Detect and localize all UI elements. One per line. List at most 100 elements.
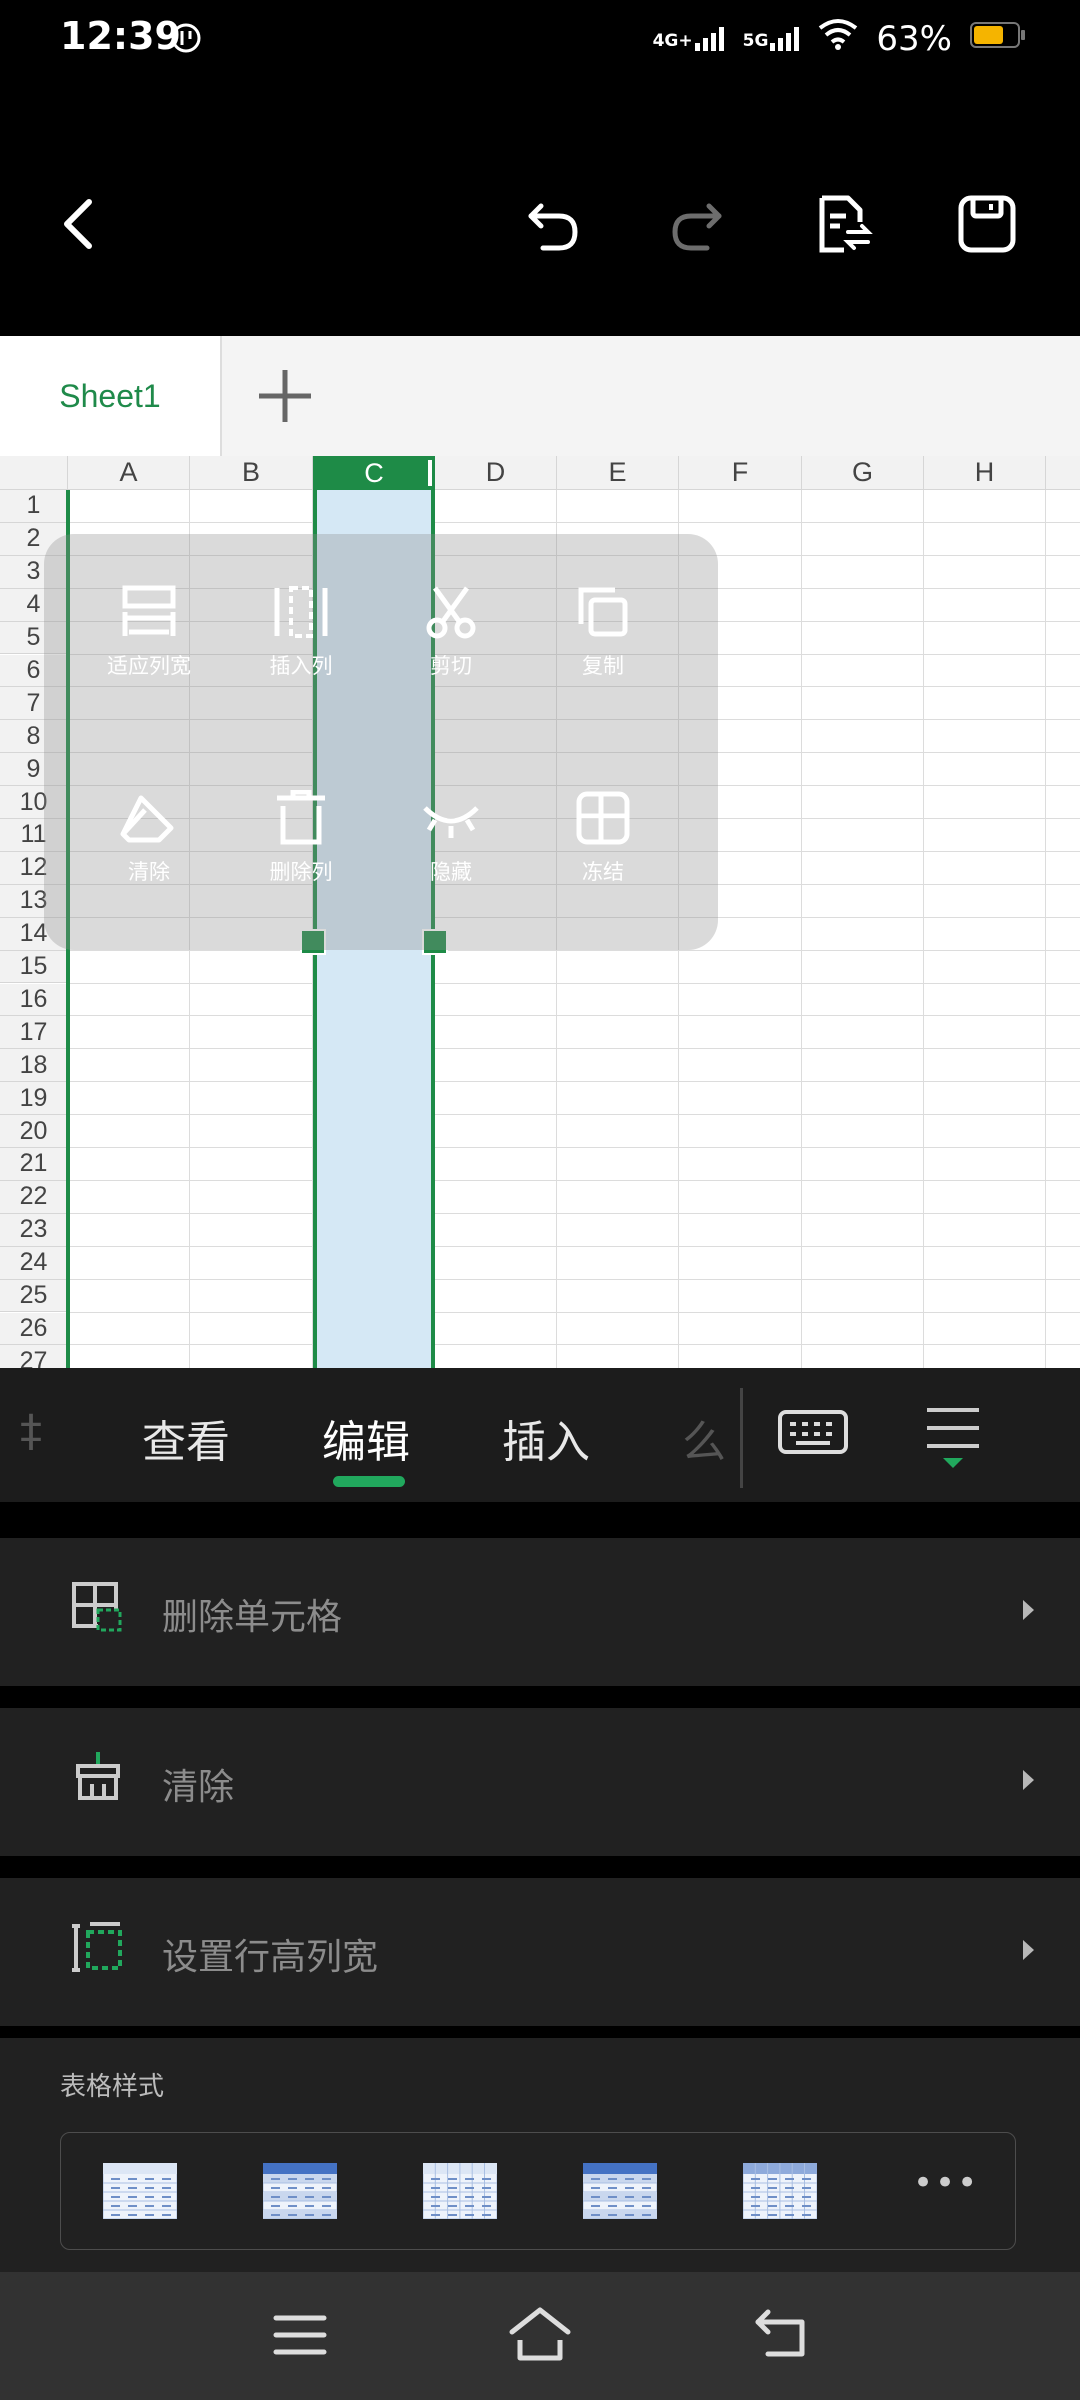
chevron-right-icon [1023, 1940, 1034, 1960]
column-header-g[interactable]: G [802, 456, 924, 490]
table-style-thumb-2[interactable] [262, 2162, 338, 2220]
status-indicators: 4G+ 5G 63% [653, 18, 1026, 59]
grid-row-line [68, 1114, 1080, 1116]
popup-item-6[interactable]: 隐藏 [376, 790, 526, 886]
row-header-18[interactable]: 18 [0, 1049, 68, 1083]
row-col-size-icon [70, 1920, 126, 1980]
grid-row-line [68, 982, 1080, 984]
tab-insert[interactable]: 插入 [502, 1406, 590, 1470]
freeze-panes-icon [528, 790, 678, 846]
column-header-h[interactable]: H [924, 456, 1046, 490]
row-col-size-row[interactable]: 设置行高列宽 [0, 1878, 1080, 2026]
delete-cells-icon [70, 1580, 126, 1640]
collapse-menu-icon[interactable] [925, 1406, 981, 1476]
save-icon[interactable] [947, 184, 1027, 264]
clear-row[interactable]: 清除 [0, 1708, 1080, 1856]
status-time: 12:39 [60, 14, 181, 58]
active-tab-indicator [333, 1476, 405, 1487]
battery-percent: 63% [876, 18, 952, 59]
row-header-25[interactable]: 25 [0, 1279, 68, 1313]
row-header-20[interactable]: 20 [0, 1115, 68, 1148]
grid-row-line [68, 1081, 1080, 1083]
clear-icon [70, 1750, 126, 1810]
column-header-overflow[interactable] [1046, 456, 1080, 490]
popup-item-0[interactable]: 适应列宽 [74, 584, 224, 680]
row-header-19[interactable]: 19 [0, 1082, 68, 1116]
delete-cells-row[interactable]: 删除单元格 [0, 1538, 1080, 1686]
column-header-a[interactable]: A [68, 456, 190, 490]
ribbon-divider [740, 1388, 743, 1488]
cellular-signal-4g-icon: 4G+ [652, 26, 725, 51]
grid-row-line [68, 521, 1080, 523]
popup-item-label: 适应列宽 [107, 654, 191, 678]
table-style-thumb-1[interactable] [102, 2162, 178, 2220]
column-header-e[interactable]: E [557, 456, 679, 490]
column-resize-handle[interactable] [428, 460, 432, 486]
table-style-thumb-5[interactable] [742, 2162, 818, 2220]
popup-item-label: 复制 [582, 654, 624, 678]
back-nav-icon[interactable] [752, 2306, 808, 2366]
popup-item-5[interactable]: 删除列 [226, 790, 376, 886]
wifi-icon [818, 18, 858, 59]
popup-item-1[interactable]: 插入列 [226, 584, 376, 680]
column-context-menu: 适应列宽 插入列 剪切 复制清除 删除列 隐藏 冻结 [44, 534, 718, 950]
popup-item-4[interactable]: 清除 [74, 790, 224, 886]
grid-row-line [68, 1344, 1080, 1346]
network-type-1: 4G+ [652, 30, 693, 51]
tab-partial-left[interactable]: ‡ [20, 1406, 42, 1457]
autofit-width-icon [74, 584, 224, 640]
row-header-1[interactable]: 1 [0, 490, 68, 523]
row-header-15[interactable]: 15 [0, 950, 68, 984]
row-header-27[interactable]: 27 [0, 1345, 68, 1368]
popup-item-7[interactable]: 冻结 [528, 790, 678, 886]
table-style-section: 表格样式 ••• [0, 2038, 1080, 2272]
status-bar: 12:39 4G+ 5G 63% [0, 0, 1080, 84]
row-header-24[interactable]: 24 [0, 1246, 68, 1280]
row-header-22[interactable]: 22 [0, 1180, 68, 1214]
table-style-thumb-4[interactable] [582, 2162, 658, 2220]
row-header-16[interactable]: 16 [0, 983, 68, 1017]
chevron-right-icon [1023, 1600, 1034, 1620]
grid-row-line [68, 1212, 1080, 1214]
network-type-2: 5G [742, 30, 769, 51]
document-convert-icon[interactable] [802, 184, 882, 264]
popup-item-label: 清除 [128, 860, 170, 884]
scissors-icon [376, 584, 526, 640]
cellular-signal-5g-icon: 5G [742, 26, 801, 51]
row-header-21[interactable]: 21 [0, 1148, 68, 1181]
delete-cells-label: 删除单元格 [162, 1597, 343, 1638]
more-styles-button[interactable]: ••• [913, 2163, 979, 2203]
table-style-thumb-3[interactable] [422, 2162, 498, 2220]
keyboard-icon[interactable] [778, 1408, 848, 1462]
popup-item-label: 隐藏 [430, 860, 472, 884]
tab-partial-right[interactable]: 么 [682, 1406, 726, 1470]
home-nav-icon[interactable] [508, 2306, 572, 2366]
menu-nav-icon[interactable] [272, 2312, 328, 2362]
column-header-b[interactable]: B [190, 456, 313, 490]
tab-view[interactable]: 查看 [142, 1406, 230, 1470]
grid-row-line [68, 1048, 1080, 1050]
row-header-26[interactable]: 26 [0, 1312, 68, 1346]
column-header-d[interactable]: D [435, 456, 557, 490]
grid-row-line [68, 1147, 1080, 1148]
sheet-tab-sheet1[interactable]: Sheet1 [0, 336, 222, 456]
row-header-23[interactable]: 23 [0, 1213, 68, 1247]
copy-icon [528, 584, 678, 640]
popup-item-2[interactable]: 剪切 [376, 584, 526, 680]
column-header-c[interactable]: C [313, 456, 435, 490]
column-header-f[interactable]: F [679, 456, 802, 490]
row-header-17[interactable]: 17 [0, 1016, 68, 1050]
eraser-icon [74, 790, 224, 846]
undo-icon[interactable] [513, 184, 593, 264]
eye-hidden-icon [376, 790, 526, 846]
chevron-right-icon [1023, 1770, 1034, 1790]
select-all-corner[interactable] [0, 456, 68, 490]
sheet-tabs-bar: Sheet1 [0, 336, 1080, 458]
back-arrow-icon[interactable] [38, 184, 118, 264]
add-sheet-icon[interactable] [240, 356, 330, 436]
popup-item-3[interactable]: 复制 [528, 584, 678, 680]
tab-edit[interactable]: 编辑 [322, 1406, 410, 1470]
redo-icon[interactable] [657, 184, 737, 264]
table-style-picker: ••• [60, 2132, 1016, 2250]
top-toolbar [0, 84, 1080, 336]
